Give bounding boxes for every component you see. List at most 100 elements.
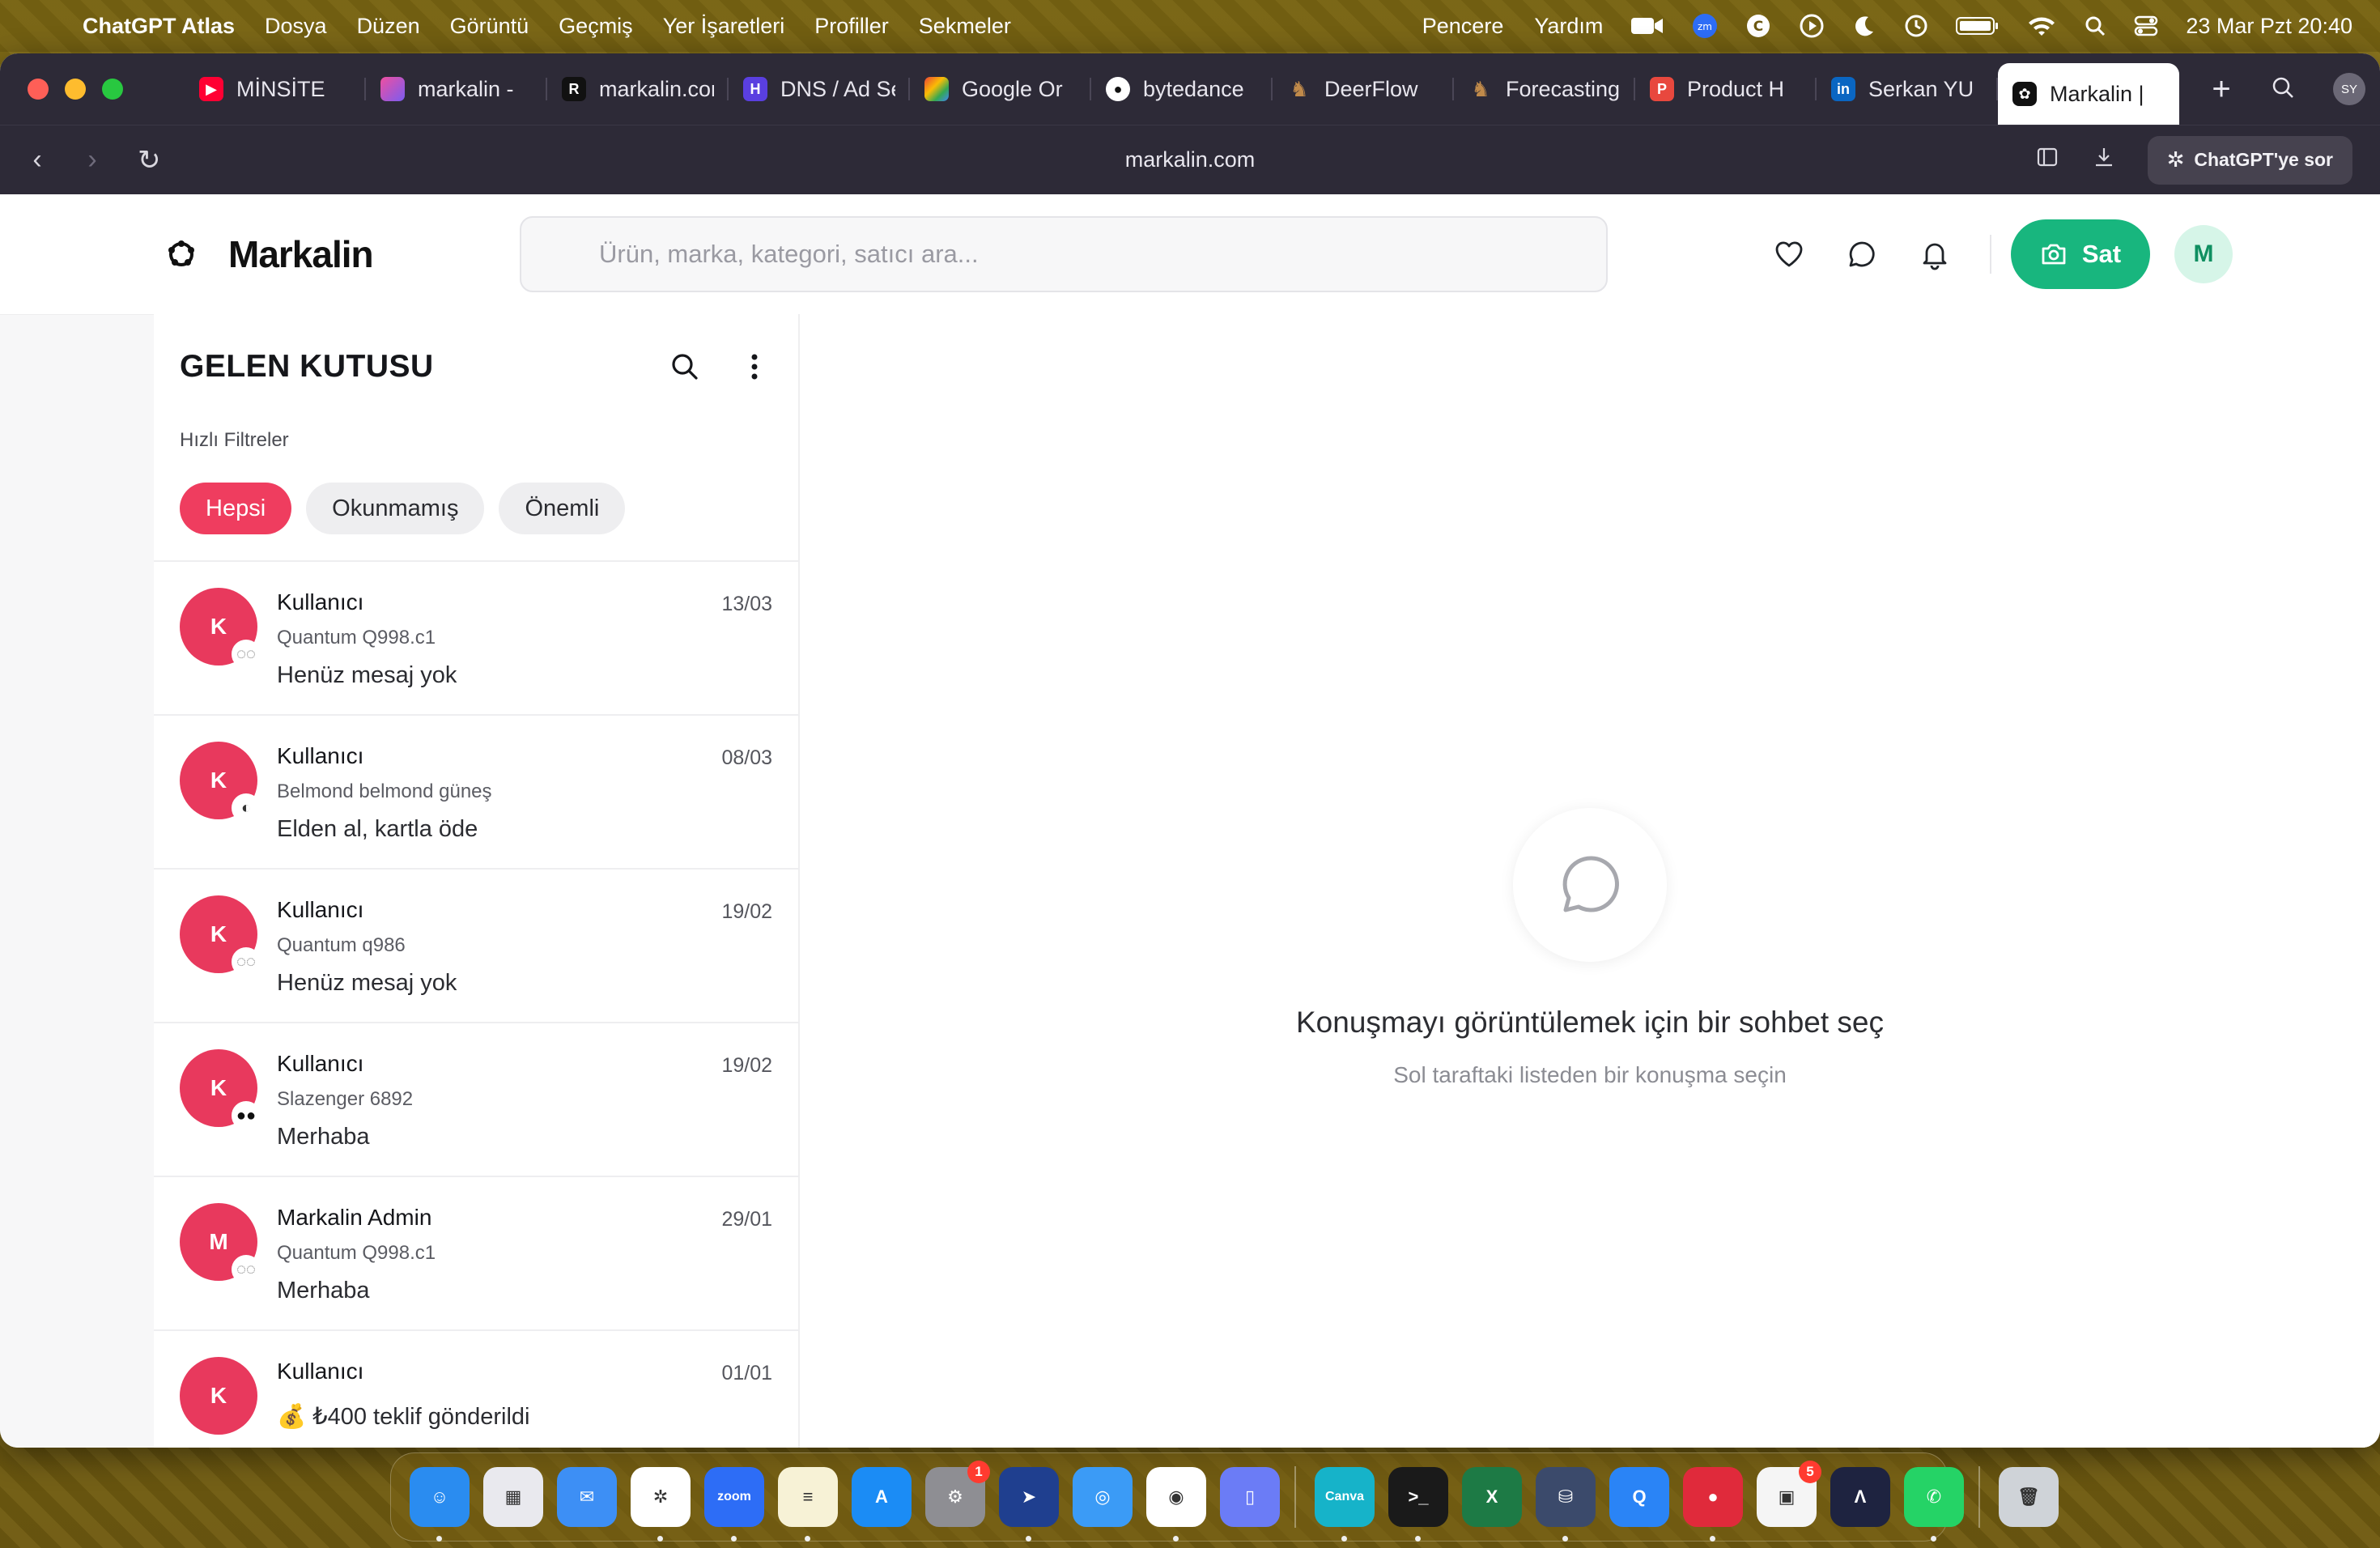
conversation-product: Quantum Q998.c1 (277, 1242, 436, 1264)
disk-icon[interactable]: ⛁ (1536, 1467, 1596, 1542)
browser-tab[interactable]: ▶ MİNSİTE (185, 63, 366, 115)
affinity-icon[interactable]: Λ (1830, 1467, 1890, 1527)
notes-icon[interactable]: ≡ (778, 1467, 838, 1542)
menu-profiles[interactable]: Profiller (814, 14, 889, 39)
filter-unread[interactable]: Okunmamış (306, 483, 485, 534)
menu-file[interactable]: Dosya (265, 14, 327, 39)
wifi-icon[interactable] (2027, 15, 2056, 37)
user-avatar[interactable]: M (2174, 225, 2233, 283)
simulator-icon[interactable]: ▯ (1220, 1467, 1280, 1527)
browser-tab-active[interactable]: ✿ Markalin | (1998, 63, 2179, 125)
conversation-item[interactable]: M ◌◌ Markalin Admin Quantum Q998.c1 Merh… (154, 1177, 798, 1331)
conversation-item[interactable]: K ●● Kullanıcı Slazenger 6892 Merhaba 19… (154, 1023, 798, 1177)
browser-tab[interactable]: ● bytedance (1091, 63, 1273, 115)
forward-icon[interactable]: › (83, 144, 102, 176)
quicktime-icon[interactable]: Q (1609, 1467, 1669, 1527)
site-logo[interactable]: Markalin (165, 232, 520, 276)
running-indicator (1026, 1536, 1031, 1542)
reload-icon[interactable]: ↻ (138, 144, 161, 176)
menu-window[interactable]: Pencere (1422, 14, 1504, 39)
settings-icon[interactable]: ⚙ 1 (925, 1461, 990, 1527)
conversation-name: Kullanıcı (277, 1359, 364, 1384)
conversation-item[interactable]: K Kullanıcı 💰 ₺400 teklif gönderildi 01/… (154, 1331, 798, 1448)
inbox-search-icon[interactable] (667, 349, 703, 385)
menu-bookmarks[interactable]: Yer İşaretleri (663, 14, 785, 39)
time-machine-icon[interactable] (1904, 14, 1928, 38)
ask-chatgpt-button[interactable]: ✲ ChatGPT'ye sor (2147, 135, 2352, 185)
trash-icon[interactable]: 🗑 (1999, 1467, 2059, 1527)
running-indicator (1415, 1536, 1421, 1542)
favorites-heart-icon[interactable] (1771, 236, 1807, 272)
messages-icon[interactable] (1844, 236, 1880, 272)
notifications-bell-icon[interactable] (1917, 236, 1953, 272)
conversation-avatar: K ◐ (180, 742, 261, 823)
sell-button[interactable]: Sat (2011, 219, 2150, 289)
safari-icon[interactable]: ◎ (1073, 1467, 1133, 1527)
browser-tab[interactable]: in Serkan YU (1817, 63, 1998, 115)
zoom-status-icon[interactable]: zm (1692, 13, 1718, 39)
record-icon[interactable]: ● (1683, 1467, 1743, 1542)
browser-tab[interactable]: markalin - (366, 63, 547, 115)
menu-help[interactable]: Yardım (1534, 14, 1603, 39)
excel-icon[interactable]: X (1462, 1467, 1522, 1527)
zoom-icon[interactable]: zoom (704, 1467, 764, 1542)
site-header: Markalin Ürün, marka, kategori, satıcı a… (0, 194, 2380, 314)
search-input[interactable]: Ürün, marka, kategori, satıcı ara... (520, 216, 1608, 292)
whatsapp-icon[interactable]: ✆ (1904, 1467, 1964, 1542)
tab-label: Forecasting (1506, 76, 1621, 101)
new-tab-button[interactable]: + (2202, 71, 2241, 108)
conversation-product: Slazenger 6892 (277, 1088, 414, 1110)
terminal-icon[interactable]: >_ (1388, 1467, 1448, 1542)
chrome-icon[interactable]: ◉ (1146, 1467, 1206, 1542)
browser-tab[interactable]: Google Or (910, 63, 1091, 115)
dock-separator (1294, 1466, 1296, 1528)
battery-icon[interactable] (1956, 15, 2000, 36)
conversation-item[interactable]: K ◐ Kullanıcı Belmond belmond güneş Elde… (154, 716, 798, 870)
running-indicator (1710, 1536, 1715, 1542)
sidebar-toggle-icon[interactable] (2036, 146, 2059, 175)
spotlight-icon[interactable] (2084, 15, 2106, 37)
menu-view[interactable]: Görüntü (450, 14, 529, 39)
office-icon[interactable]: ▣ 5 (1757, 1461, 1821, 1527)
conversation-name: Markalin Admin (277, 1205, 432, 1230)
appstore-icon[interactable]: A (852, 1467, 912, 1527)
profile-avatar[interactable]: SY (2333, 73, 2365, 105)
more-options-icon[interactable] (737, 349, 772, 385)
zoom-window-button[interactable] (102, 79, 123, 100)
page: Markalin Ürün, marka, kategori, satıcı a… (0, 194, 2380, 1448)
finder-icon[interactable]: ☺ (410, 1467, 470, 1542)
mail-icon[interactable]: ✉ (557, 1467, 617, 1527)
browser-tab[interactable]: H DNS / Ad Set (729, 63, 910, 115)
browser-tab[interactable]: ♞ DeerFlow (1273, 63, 1454, 115)
browser-tab[interactable]: R markalin.com (547, 63, 729, 115)
menu-edit[interactable]: Düzen (357, 14, 420, 39)
filter-important[interactable]: Önemli (499, 483, 626, 534)
menubar-clock[interactable]: 23 Mar Pzt 20:40 (2186, 14, 2352, 39)
menu-tabs[interactable]: Sekmeler (919, 14, 1011, 39)
download-icon[interactable] (2093, 146, 2115, 175)
browser-tab[interactable]: P Product H (1635, 63, 1817, 115)
menu-app-name[interactable]: ChatGPT Atlas (83, 14, 235, 39)
minimize-window-button[interactable] (65, 79, 86, 100)
moon-icon[interactable] (1852, 14, 1876, 38)
conversation-item[interactable]: K ◌◌ Kullanıcı Quantum q986 Henüz mesaj … (154, 870, 798, 1023)
chatgpt-icon[interactable]: ✲ (631, 1467, 691, 1542)
tab-label: bytedance (1143, 76, 1244, 101)
control-center-icon[interactable] (2134, 14, 2158, 38)
conversation-item[interactable]: K ◌◌ Kullanıcı Quantum Q998.c1 Henüz mes… (154, 562, 798, 716)
launchpad-icon[interactable]: ▦ (483, 1467, 543, 1527)
svg-text:C: C (1753, 19, 1763, 35)
browser-tab[interactable]: ♞ Forecasting (1454, 63, 1635, 115)
canva-icon[interactable]: Canva (1315, 1467, 1375, 1542)
play-status-icon[interactable] (1799, 13, 1825, 39)
close-window-button[interactable] (28, 79, 49, 100)
c-status-icon[interactable]: C (1745, 13, 1771, 39)
video-camera-icon[interactable] (1630, 15, 1664, 36)
menu-history[interactable]: Geçmiş (559, 14, 633, 39)
filter-all[interactable]: Hepsi (180, 483, 292, 534)
back-icon[interactable]: ‹ (28, 144, 47, 176)
telegram-icon[interactable]: ➤ (999, 1467, 1059, 1542)
tab-search-icon[interactable] (2263, 71, 2302, 108)
avatar-initial: M (209, 1229, 228, 1254)
conversation-date: 19/02 (721, 900, 772, 923)
